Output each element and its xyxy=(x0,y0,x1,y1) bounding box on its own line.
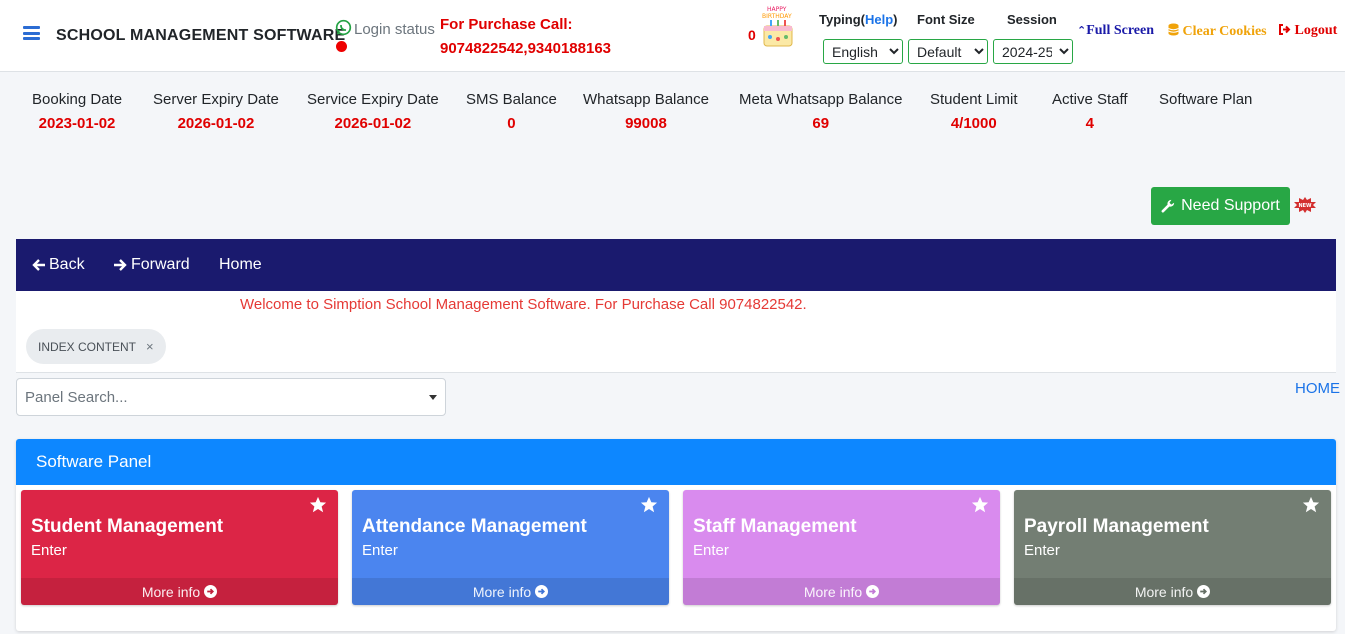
home-nav-button[interactable]: Home xyxy=(219,256,262,274)
close-tab-icon[interactable]: × xyxy=(146,339,154,354)
module-card-payroll-management[interactable]: Payroll Management Enter More info xyxy=(1014,490,1331,605)
more-info-link[interactable]: More info xyxy=(352,578,669,605)
module-card-student-management[interactable]: Student Management Enter More info xyxy=(21,490,338,605)
logout-link[interactable]: Logout xyxy=(1278,23,1337,39)
more-info-link[interactable]: More info xyxy=(21,578,338,605)
welcome-marquee: Welcome to Simption School Management So… xyxy=(240,296,807,313)
stat-sms-balance: SMS Balance 0 xyxy=(466,91,557,132)
stat-meta-whatsapp-balance: Meta Whatsapp Balance 69 xyxy=(739,91,903,132)
more-info-link[interactable]: More info xyxy=(683,578,1000,605)
star-icon[interactable] xyxy=(971,496,989,514)
svg-text:HAPPY: HAPPY xyxy=(767,6,787,13)
stat-student-limit: Student Limit 4/1000 xyxy=(930,91,1018,132)
database-icon xyxy=(1168,23,1179,36)
sign-out-icon xyxy=(1279,24,1291,35)
typing-label: Typing(Help) xyxy=(819,12,898,27)
typing-language-select[interactable]: English xyxy=(823,39,903,64)
help-link[interactable]: Help xyxy=(865,12,893,27)
stat-software-plan: Software Plan xyxy=(1159,91,1253,108)
module-card-staff-management[interactable]: Staff Management Enter More info xyxy=(683,490,1000,605)
stat-service-expiry-date: Service Expiry Date 2026-01-02 xyxy=(307,91,439,132)
arrow-circle-right-icon xyxy=(1197,585,1211,598)
session-label: Session xyxy=(1007,12,1057,27)
stat-active-staff: Active Staff 4 xyxy=(1052,91,1128,132)
arrow-circle-right-icon xyxy=(535,585,549,598)
arrow-circle-right-icon xyxy=(204,585,218,598)
stat-server-expiry-date: Server Expiry Date 2026-01-02 xyxy=(153,91,279,132)
full-screen-link[interactable]: ⌃Full Screen xyxy=(1077,23,1154,39)
module-card-attendance-management[interactable]: Attendance Management Enter More info xyxy=(352,490,669,605)
app-title: SCHOOL MANAGEMENT SOFTWARE xyxy=(56,27,346,44)
star-icon[interactable] xyxy=(640,496,658,514)
svg-text:BIRTHDAY: BIRTHDAY xyxy=(762,13,792,20)
new-badge-icon: NEW xyxy=(1294,197,1316,213)
arrow-circle-right-icon xyxy=(866,585,880,598)
arrow-left-icon xyxy=(32,259,45,271)
font-size-select[interactable]: Default xyxy=(908,39,988,64)
back-button[interactable]: Back xyxy=(31,256,85,274)
panel-search-select[interactable]: Panel Search... xyxy=(16,378,446,416)
clear-cookies-link[interactable]: Clear Cookies xyxy=(1168,23,1267,40)
stat-booking-date: Booking Date 2023-01-02 xyxy=(32,91,123,132)
more-info-link[interactable]: More info xyxy=(1014,578,1331,605)
caret-down-icon xyxy=(429,394,437,400)
font-size-label: Font Size xyxy=(917,12,975,27)
purchase-call-label: For Purchase Call: xyxy=(440,16,573,33)
breadcrumb-home-link[interactable]: HOME xyxy=(1295,380,1340,397)
double-chevron-up-icon: ⌃ xyxy=(1077,24,1087,37)
nav-bar: Back Forward Home xyxy=(16,239,1336,291)
forward-button[interactable]: Forward xyxy=(113,256,190,274)
svg-text:NEW: NEW xyxy=(1298,203,1312,209)
hamburger-menu-icon[interactable] xyxy=(23,26,40,40)
wrench-icon xyxy=(1161,199,1175,213)
top-header: SCHOOL MANAGEMENT SOFTWARE Login status … xyxy=(0,0,1345,72)
arrow-right-icon xyxy=(114,259,127,271)
star-icon[interactable] xyxy=(1302,496,1320,514)
session-select[interactable]: 2024-25 xyxy=(993,39,1073,64)
need-support-button[interactable]: Need Support xyxy=(1151,187,1290,225)
whatsapp-icon[interactable] xyxy=(335,19,352,36)
purchase-phone-numbers: 9074822542,9340188163 xyxy=(440,40,612,57)
login-status-indicator xyxy=(336,41,347,52)
star-icon[interactable] xyxy=(309,496,327,514)
content-area: Welcome to Simption School Management So… xyxy=(16,291,1336,373)
login-status-label: Login status xyxy=(354,21,435,38)
tab-index-content[interactable]: INDEX CONTENT × xyxy=(26,329,166,364)
birthday-count: 0 xyxy=(748,27,756,43)
software-panel-title: Software Panel xyxy=(16,439,1336,485)
stat-whatsapp-balance: Whatsapp Balance 99008 xyxy=(583,91,709,132)
birthday-cake-icon[interactable]: HAPPY BIRTHDAY xyxy=(758,4,798,50)
